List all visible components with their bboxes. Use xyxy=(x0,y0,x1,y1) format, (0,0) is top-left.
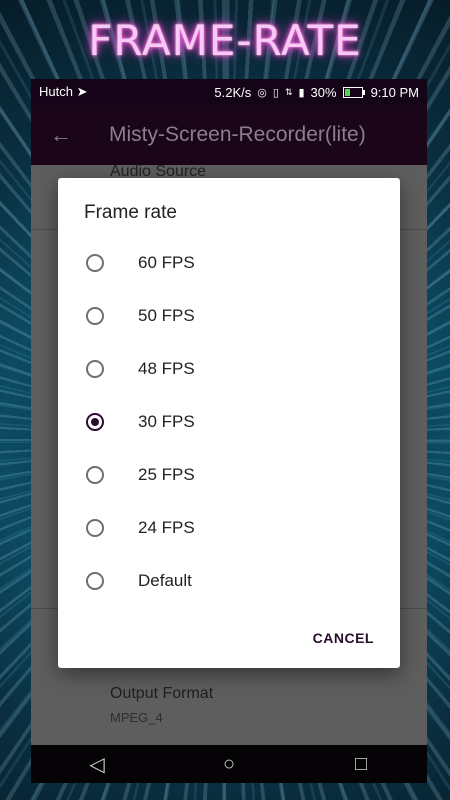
telegram-icon: ➤ xyxy=(76,84,88,99)
option-60fps[interactable]: 60 FPS xyxy=(58,236,400,289)
nav-bar: ◁ ○ □ xyxy=(31,745,427,783)
banner-title: FRAME-RATE xyxy=(88,16,362,65)
hotspot-icon: ◎ xyxy=(257,86,267,99)
option-label: 48 FPS xyxy=(138,358,195,378)
carrier-label: Hutch xyxy=(39,84,73,99)
nav-recents-icon[interactable]: □ xyxy=(341,753,381,776)
option-label: 24 FPS xyxy=(138,517,195,537)
output-format-value: MPEG_4 xyxy=(110,710,163,725)
dialog-title: Frame rate xyxy=(84,202,177,223)
data-icon: ⇅ xyxy=(284,86,293,97)
option-label: 30 FPS xyxy=(138,411,195,431)
app-bar: ← Misty-Screen-Recorder(lite) xyxy=(31,105,427,165)
option-label: 60 FPS xyxy=(138,252,195,272)
network-speed: 5.2K/s xyxy=(214,84,252,100)
battery-percent: 30% xyxy=(310,84,337,100)
signal-icon: ▮ xyxy=(298,86,305,99)
app-title: Misty-Screen-Recorder(lite) xyxy=(109,123,366,146)
nav-home-icon[interactable]: ○ xyxy=(209,753,249,776)
option-25fps[interactable]: 25 FPS xyxy=(58,448,400,501)
option-label: 50 FPS xyxy=(138,305,195,325)
clock: 9:10 PM xyxy=(370,84,419,100)
radio-button[interactable] xyxy=(86,465,104,484)
cancel-button[interactable]: CANCEL xyxy=(313,630,374,646)
arrow-left-icon[interactable]: ← xyxy=(31,122,91,148)
vibrate-icon: ▯ xyxy=(272,86,279,99)
status-bar: Hutch ➤ 5.2K/s ◎ ▯ ⇅ ▮ 30% 9:10 PM xyxy=(31,79,427,105)
option-48fps[interactable]: 48 FPS xyxy=(58,342,400,395)
option-50fps[interactable]: 50 FPS xyxy=(58,289,400,342)
radio-button[interactable] xyxy=(86,306,104,325)
option-30fps[interactable]: 30 FPS xyxy=(58,395,400,448)
radio-button[interactable] xyxy=(86,359,104,378)
radio-button[interactable] xyxy=(86,253,104,272)
radio-button-selected[interactable] xyxy=(86,412,104,431)
option-label: 25 FPS xyxy=(138,464,195,484)
frame-rate-dialog: Frame rate 60 FPS 50 FPS 48 FPS 30 FPS 2… xyxy=(58,178,400,668)
frame-rate-options: 60 FPS 50 FPS 48 FPS 30 FPS 25 FPS 24 FP… xyxy=(58,236,400,607)
radio-button[interactable] xyxy=(86,518,104,537)
battery-icon xyxy=(342,86,365,98)
status-right: 5.2K/s ◎ ▯ ⇅ ▮ 30% 9:10 PM xyxy=(214,85,419,100)
status-left: Hutch ➤ xyxy=(39,84,88,100)
option-label: Default xyxy=(138,570,192,590)
radio-button[interactable] xyxy=(86,571,104,590)
output-format-title[interactable]: Output Format xyxy=(110,685,213,703)
option-24fps[interactable]: 24 FPS xyxy=(58,501,400,554)
nav-back-icon[interactable]: ◁ xyxy=(77,752,117,777)
option-default[interactable]: Default xyxy=(58,554,400,607)
